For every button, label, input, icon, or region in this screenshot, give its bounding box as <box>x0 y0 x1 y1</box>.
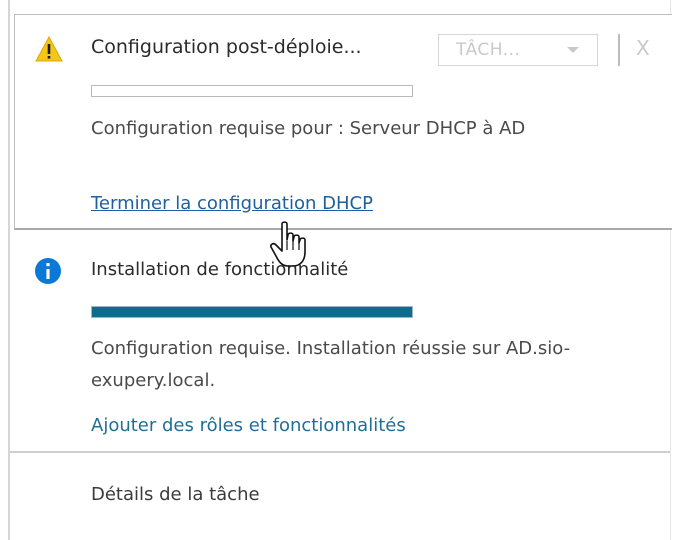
warning-icon <box>35 35 63 62</box>
footer-divider <box>10 451 670 453</box>
toolbar-divider <box>618 34 620 66</box>
notification-description-line1: Configuration requise. Installation réus… <box>91 338 571 359</box>
task-dropdown[interactable]: TÂCH... <box>438 34 598 66</box>
progress-bar-feature-install <box>91 306 413 318</box>
chevron-down-icon <box>567 47 579 53</box>
info-icon <box>35 258 61 284</box>
notification-title-feature-install: Installation de fonctionnalité <box>91 259 349 280</box>
task-dropdown-label: TÂCH... <box>456 40 521 60</box>
close-button[interactable]: X <box>636 36 650 60</box>
notification-title: Configuration post-déploie... <box>91 36 362 58</box>
notification-description: Configuration requise pour : Serveur DHC… <box>91 118 526 139</box>
complete-dhcp-configuration-link[interactable]: Terminer la configuration DHCP <box>91 193 373 214</box>
task-details-link[interactable]: Détails de la tâche <box>91 484 260 505</box>
add-roles-and-features-link[interactable]: Ajouter des rôles et fonctionnalités <box>91 415 406 436</box>
progress-bar-post-deployment <box>91 85 413 97</box>
progress-bar-fill <box>92 307 412 317</box>
left-border <box>8 0 10 540</box>
notification-description-line2: exupery.local. <box>91 370 216 391</box>
